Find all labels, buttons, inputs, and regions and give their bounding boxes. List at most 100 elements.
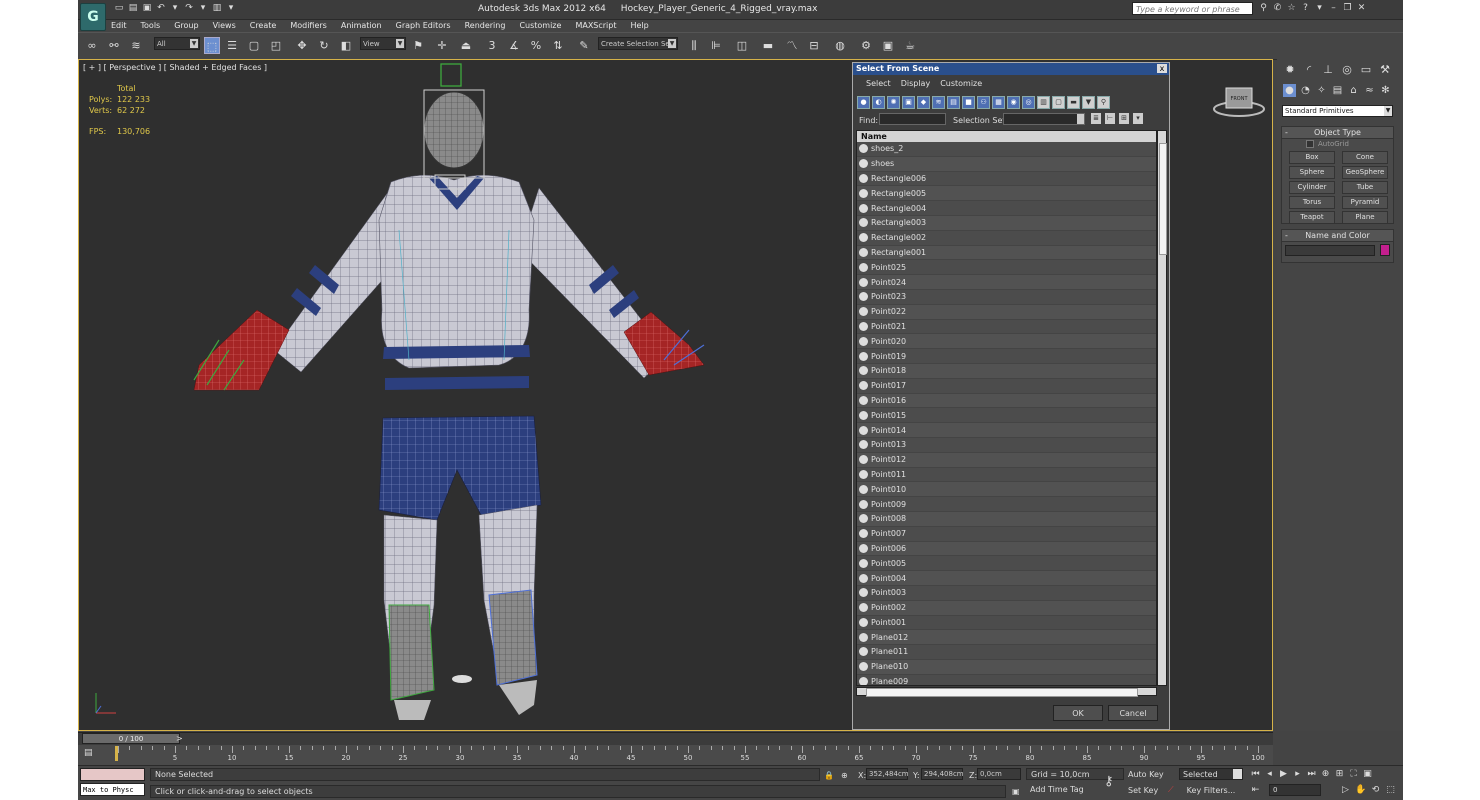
render-setup-icon[interactable]: ⚙	[858, 37, 874, 54]
list-item[interactable]: Rectangle002	[857, 230, 1156, 246]
maxscript-listener-output[interactable]	[80, 768, 145, 781]
select-by-name-icon[interactable]: ☰	[224, 37, 240, 54]
cameras-icon[interactable]: ▤	[1331, 84, 1344, 97]
communication-center-icon[interactable]: ✆	[1272, 3, 1283, 14]
display-geometry-icon[interactable]: ●	[857, 96, 870, 109]
object-name-input[interactable]	[1285, 245, 1375, 256]
display-spacewarps-icon[interactable]: ≋	[932, 96, 945, 109]
tab-hierarchy-icon[interactable]: ⊥	[1321, 63, 1335, 77]
primitive-category-dropdown[interactable]: Standard Primitives ▼	[1282, 105, 1393, 117]
display-all-icon[interactable]: ▥	[1037, 96, 1050, 109]
tab-create-icon[interactable]: ✹	[1283, 63, 1297, 77]
helpers-icon[interactable]: ⌂	[1347, 84, 1360, 97]
set-key-icon[interactable]: ⚷	[1104, 774, 1114, 789]
render-production-icon[interactable]: ☕	[902, 37, 918, 54]
list-item[interactable]: Point007	[857, 526, 1156, 542]
expand-options-icon[interactable]: ▾	[1133, 113, 1143, 124]
display-cameras-icon[interactable]: ▣	[902, 96, 915, 109]
list-item[interactable]: Point013	[857, 437, 1156, 453]
percent-snap-icon[interactable]: %	[528, 37, 544, 54]
select-manipulate-icon[interactable]: ✛	[434, 37, 450, 54]
object-color-swatch[interactable]	[1380, 244, 1390, 256]
display-invert-icon[interactable]: ▬	[1067, 96, 1080, 109]
teapot-button[interactable]: Teapot	[1289, 211, 1335, 224]
list-item[interactable]: Point018	[857, 363, 1156, 379]
viewcube[interactable]: FRONT	[1211, 84, 1267, 120]
spinner-snap-icon[interactable]: ⇅	[550, 37, 566, 54]
current-frame-field[interactable]: 0	[1269, 784, 1321, 796]
tube-button[interactable]: Tube	[1342, 181, 1388, 194]
unlink-icon[interactable]: ⚯	[106, 37, 122, 54]
name-and-color-header[interactable]: - Name and Color	[1282, 230, 1393, 242]
display-groups-icon[interactable]: ▤	[947, 96, 960, 109]
autogrid-checkbox[interactable]: AutoGrid	[1306, 140, 1393, 148]
display-frozen-icon[interactable]: ◉	[1007, 96, 1020, 109]
torus-button[interactable]: Torus	[1289, 196, 1335, 209]
list-item[interactable]: Point017	[857, 378, 1156, 394]
menu-modifiers[interactable]: Modifiers	[283, 19, 334, 32]
time-tag-icon[interactable]: ▣	[1012, 787, 1020, 796]
scene-object-list[interactable]: Name shoes_2 shoes Rectangle006 Rectangle00…	[856, 130, 1157, 686]
display-xrefs-icon[interactable]: ■	[962, 96, 975, 109]
zoom-all-icon[interactable]: ⊞	[1334, 769, 1345, 780]
key-mode-icon[interactable]: ⟋	[1168, 785, 1174, 795]
list-item[interactable]: Point009	[857, 497, 1156, 512]
auto-key-button[interactable]: Auto Key	[1128, 768, 1170, 781]
graphite-ribbon-icon[interactable]: ▬	[760, 37, 776, 54]
dialog-menu-customize[interactable]: Customize	[935, 79, 987, 88]
key-mode-toggle-icon[interactable]: ⇤	[1250, 785, 1261, 796]
list-item[interactable]: Point011	[857, 467, 1156, 483]
next-frame-button[interactable]: >	[176, 734, 183, 743]
list-item[interactable]: Point012	[857, 452, 1156, 468]
tab-motion-icon[interactable]: ◎	[1340, 63, 1354, 77]
maximize-viewport-icon[interactable]: ⬚	[1385, 785, 1396, 796]
angle-snap-icon[interactable]: ∡	[506, 37, 522, 54]
binoculars-icon[interactable]: ⚲	[1258, 3, 1269, 14]
field-of-view-icon[interactable]: ▷	[1340, 785, 1351, 796]
menu-help[interactable]: Help	[624, 19, 656, 32]
menu-create[interactable]: Create	[243, 19, 284, 32]
next-frame-icon[interactable]: ▸	[1292, 769, 1303, 780]
list-item[interactable]: Plane012	[857, 630, 1156, 646]
dialog-menu-select[interactable]: Select	[861, 79, 896, 88]
new-scene-icon[interactable]: ▭	[114, 3, 124, 14]
zoom-extents-icon[interactable]: ⛶	[1348, 769, 1359, 780]
name-column-header[interactable]: Name	[857, 131, 1156, 142]
layer-manager-icon[interactable]: ◫	[734, 37, 750, 54]
schematic-view-icon[interactable]: ⊟	[806, 37, 822, 54]
list-item[interactable]: Point003	[857, 585, 1156, 601]
scale-icon[interactable]: ◧	[338, 37, 354, 54]
box-button[interactable]: Box	[1289, 151, 1335, 164]
menu-group[interactable]: Group	[167, 19, 205, 32]
minimize-icon[interactable]: –	[1328, 3, 1339, 14]
dialog-close-button[interactable]: x	[1157, 64, 1167, 73]
list-item[interactable]: Point014	[857, 423, 1156, 438]
mirror-icon[interactable]: ⫼	[686, 37, 702, 54]
geometry-icon[interactable]: ●	[1283, 84, 1296, 97]
vertical-scrollbar[interactable]	[1157, 130, 1167, 686]
mini-curve-editor-icon[interactable]: ▤	[84, 748, 96, 760]
list-item[interactable]: Point021	[857, 319, 1156, 335]
display-helpers-icon[interactable]: ◆	[917, 96, 930, 109]
menu-edit[interactable]: Edit	[104, 19, 134, 32]
list-item[interactable]: Rectangle003	[857, 215, 1156, 231]
list-item[interactable]: Plane010	[857, 659, 1156, 675]
display-hidden-icon[interactable]: ◎	[1022, 96, 1035, 109]
menu-animation[interactable]: Animation	[334, 19, 389, 32]
close-icon[interactable]: ✕	[1356, 3, 1367, 14]
menu-maxscript[interactable]: MAXScript	[568, 19, 623, 32]
key-filters-button[interactable]: Key Filters...	[1179, 784, 1243, 797]
redo-dropdown-icon[interactable]: ▾	[198, 3, 208, 14]
menu-rendering[interactable]: Rendering	[458, 19, 513, 32]
menu-tools[interactable]: Tools	[134, 19, 168, 32]
list-item[interactable]: Rectangle005	[857, 186, 1156, 202]
edit-named-selection-icon[interactable]: ✎	[576, 37, 592, 54]
display-none-icon[interactable]: ▢	[1052, 96, 1065, 109]
list-item[interactable]: Point015	[857, 408, 1156, 424]
list-item[interactable]: Rectangle006	[857, 171, 1156, 187]
reference-coordinate-dropdown[interactable]: View ▼	[360, 37, 406, 50]
project-folder-icon[interactable]: ▥	[212, 3, 222, 14]
display-shapes-icon[interactable]: ◐	[872, 96, 885, 109]
layer-view-icon[interactable]: ⊞	[1119, 113, 1129, 124]
material-editor-icon[interactable]: ◍	[832, 37, 848, 54]
